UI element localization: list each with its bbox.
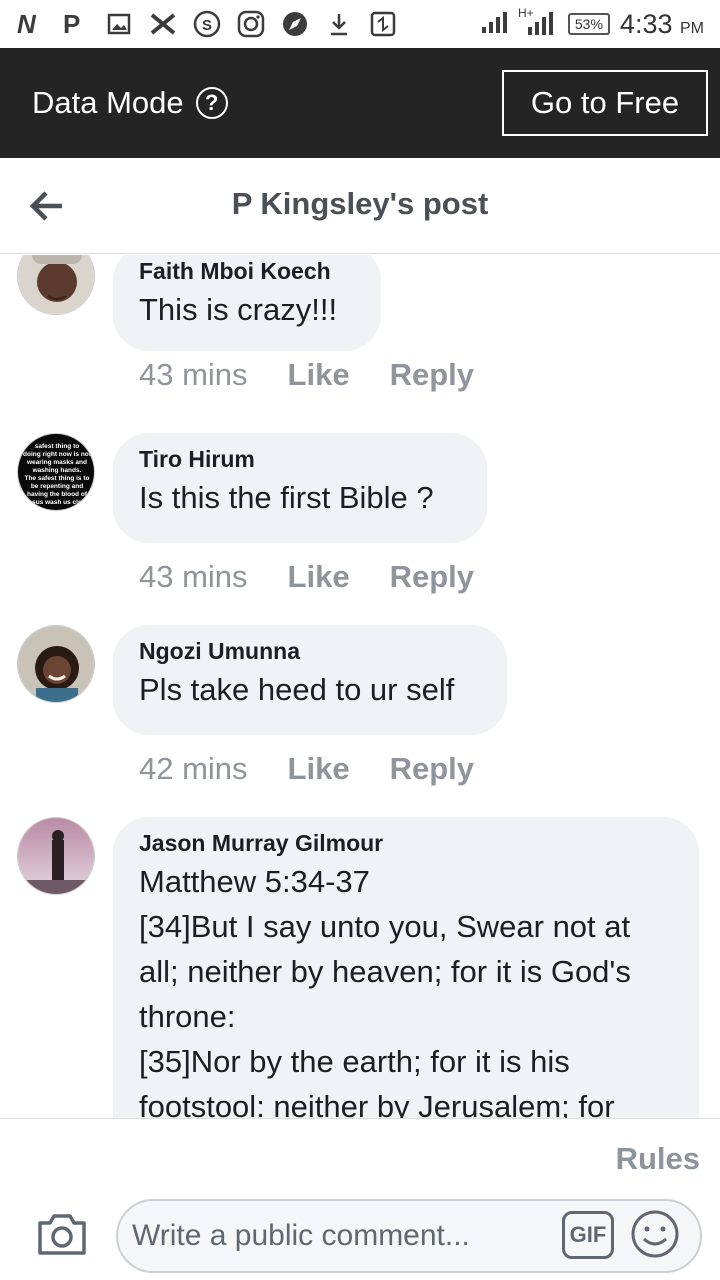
comment-bubble: Faith Mboi Koech This is crazy!!! <box>113 255 381 351</box>
go-to-free-button[interactable]: Go to Free <box>502 70 708 136</box>
like-button[interactable]: Like <box>288 751 350 787</box>
download-icon <box>324 9 354 39</box>
data-mode-label: Data Mode <box>32 85 184 120</box>
svg-text:P: P <box>63 11 80 37</box>
avatar[interactable]: safest thing to doing right now is not w… <box>17 433 95 511</box>
smiley-icon[interactable] <box>630 1209 680 1259</box>
skype-icon: S <box>192 9 222 39</box>
like-button[interactable]: Like <box>288 357 350 393</box>
comment-author[interactable]: Ngozi Umunna <box>139 635 481 667</box>
comments-list[interactable]: Faith Mboi Koech This is crazy!!! 43 min… <box>0 255 720 1118</box>
comment-actions: 43 mins Like Reply <box>139 559 474 595</box>
hplus-signal-icon: H+ <box>518 5 558 44</box>
comment-time: 43 mins <box>139 559 248 594</box>
comment-input[interactable] <box>116 1199 702 1273</box>
comment-author[interactable]: Jason Murray Gilmour <box>139 827 673 859</box>
comment-text: Is this the first Bible ? <box>139 480 434 515</box>
comment-text-line: [35]Nor by the earth; for it is his <box>139 1044 570 1079</box>
comment-text-line: footstool: neither by Jerusalem; for <box>139 1089 615 1118</box>
instagram-icon <box>236 9 266 39</box>
comment-text-line: [34]But I say unto you, Swear not at <box>139 909 631 944</box>
compass-icon <box>280 9 310 39</box>
svg-text:having the blood of: having the blood of <box>27 491 88 498</box>
clock: 4:33 PM <box>620 9 704 40</box>
avatar[interactable] <box>17 817 95 895</box>
svg-text:H+: H+ <box>518 6 534 20</box>
x-icon <box>148 9 178 39</box>
comment-text: This is crazy!!! <box>139 292 338 327</box>
comment-time: 42 mins <box>139 751 248 786</box>
p-logo-icon: P <box>60 9 90 39</box>
comment-actions: 43 mins Like Reply <box>139 357 474 393</box>
clock-time: 4:33 <box>619 8 673 39</box>
n-logo-icon: N <box>16 9 46 39</box>
help-icon[interactable]: ? <box>195 87 228 119</box>
reply-button[interactable]: Reply <box>390 357 474 393</box>
comment-bubble: Jason Murray Gilmour Matthew 5:34-37 [34… <box>113 817 699 1118</box>
camera-icon[interactable] <box>36 1211 88 1257</box>
svg-text:washing hands.: washing hands. <box>32 467 82 474</box>
reply-button[interactable]: Reply <box>390 559 474 595</box>
comment-time: 43 mins <box>139 357 248 392</box>
comment-text-line: Matthew 5:34-37 <box>139 864 370 899</box>
image-icon <box>104 9 134 39</box>
svg-text:S: S <box>202 17 212 34</box>
svg-text:wearing masks and: wearing masks and <box>26 459 87 466</box>
comment-bubble: Ngozi Umunna Pls take heed to ur self <box>113 625 507 735</box>
svg-text:N: N <box>17 11 37 37</box>
avatar[interactable] <box>17 625 95 703</box>
rules-link[interactable]: Rules <box>616 1141 700 1177</box>
like-button[interactable]: Like <box>288 559 350 595</box>
system-icons: H+ 53% 4:33 PM <box>480 5 704 44</box>
notification-icons: N P S <box>16 9 398 39</box>
svg-text:The safest thing is to: The safest thing is to <box>24 475 89 482</box>
page-title: P Kingsley's post <box>231 186 489 221</box>
avatar[interactable] <box>17 255 95 315</box>
svg-text:Jesus wash us clean: Jesus wash us clean <box>25 499 89 506</box>
gif-icon[interactable]: GIF <box>562 1211 614 1259</box>
svg-text:doing right now is not: doing right now is not <box>23 451 92 458</box>
reply-button[interactable]: Reply <box>390 751 474 787</box>
comment-text-line: throne: <box>139 999 236 1034</box>
data-mode-banner: Data Mode ? Go to Free <box>0 48 720 158</box>
comment-actions: 42 mins Like Reply <box>139 751 474 787</box>
comment-text: Pls take heed to ur self <box>139 672 455 707</box>
screen-icon <box>368 9 398 39</box>
comment-author[interactable]: Tiro Hirum <box>139 443 461 475</box>
signal-icon <box>480 9 508 40</box>
svg-text:safest thing to: safest thing to <box>35 443 79 450</box>
svg-text:be repenting and: be repenting and <box>31 483 83 490</box>
post-header: P Kingsley's post <box>0 158 720 254</box>
comment-composer: Rules GIF <box>0 1118 720 1280</box>
clock-ampm: PM <box>680 19 704 37</box>
comment-text-line: all; neither by heaven; for it is God's <box>139 954 631 989</box>
status-bar: N P S H+ 53% 4:33 PM <box>0 0 720 48</box>
comment-author[interactable]: Faith Mboi Koech <box>139 255 355 287</box>
battery-indicator: 53% <box>567 13 610 35</box>
comment-bubble: Tiro Hirum Is this the first Bible ? <box>113 433 487 543</box>
